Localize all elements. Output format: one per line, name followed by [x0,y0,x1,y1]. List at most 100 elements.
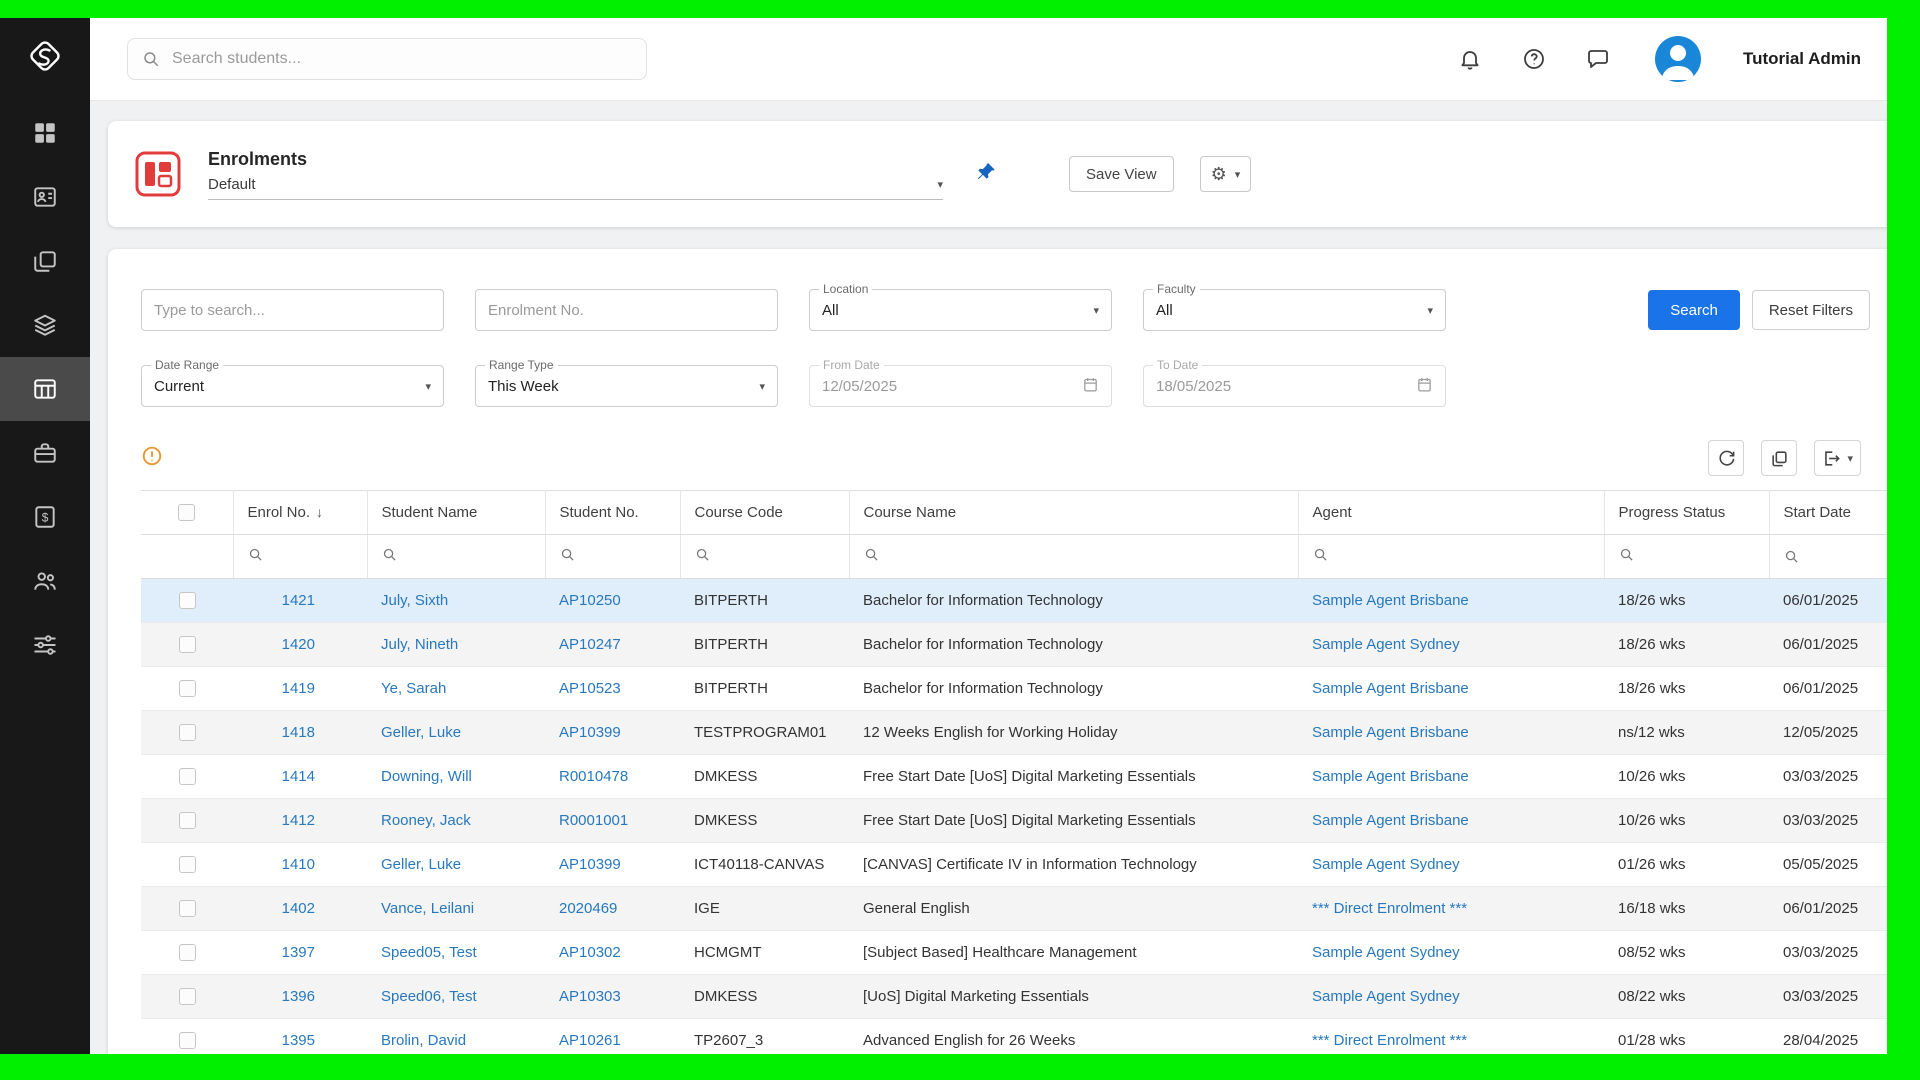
location-select[interactable]: Location All ▾ [809,289,1112,331]
column-header-progress-status[interactable]: Progress Status [1604,491,1769,535]
student-name-link[interactable]: Ye, Sarah [381,680,446,697]
faculty-select[interactable]: Faculty All ▾ [1143,289,1446,331]
row-checkbox[interactable] [179,724,196,741]
student-name-link[interactable]: Geller, Luke [381,856,461,873]
row-checkbox-cell[interactable] [141,887,233,931]
agent-link[interactable]: Sample Agent Sydney [1312,856,1460,873]
agent-link[interactable]: Sample Agent Brisbane [1312,680,1469,697]
select-all-checkbox[interactable] [178,504,195,521]
student-no-link[interactable]: AP10250 [559,592,621,609]
column-header-student-no[interactable]: Student No. [545,491,680,535]
sidebar-item-documents[interactable] [0,229,90,293]
row-checkbox-cell[interactable] [141,931,233,975]
table-row[interactable]: 1395 Brolin, David AP10261 TP2607_3 Adva… [141,1019,1887,1055]
student-name-link[interactable]: July, Sixth [381,592,448,609]
copy-button[interactable] [1761,440,1797,476]
column-header-enrol-no[interactable]: Enrol No.↓ [233,491,367,535]
info-warning-icon[interactable] [141,445,163,472]
student-name-link[interactable]: Vance, Leilani [381,900,474,917]
row-checkbox[interactable] [179,944,196,961]
row-checkbox-cell[interactable] [141,843,233,887]
filter-cell-enrol-no[interactable] [233,535,367,579]
row-checkbox-cell[interactable] [141,711,233,755]
student-name-link[interactable]: Geller, Luke [381,724,461,741]
table-row[interactable]: 1421 July, Sixth AP10250 BITPERTH Bachel… [141,579,1887,623]
agent-link[interactable]: Sample Agent Brisbane [1312,768,1469,785]
refresh-button[interactable] [1708,440,1744,476]
agent-link[interactable]: *** Direct Enrolment *** [1312,1032,1467,1049]
agent-link[interactable]: Sample Agent Sydney [1312,988,1460,1005]
filter-search-input[interactable] [141,289,444,331]
student-no-link[interactable]: AP10302 [559,944,621,961]
column-header-agent[interactable]: Agent [1298,491,1604,535]
table-row[interactable]: 1418 Geller, Luke AP10399 TESTPROGRAM01 … [141,711,1887,755]
row-checkbox-cell[interactable] [141,667,233,711]
student-no-link[interactable]: 2020469 [559,900,617,917]
enrol-no-link[interactable]: 1420 [282,636,315,653]
filter-cell-student-name[interactable] [367,535,545,579]
row-checkbox[interactable] [179,680,196,697]
agent-link[interactable]: Sample Agent Brisbane [1312,812,1469,829]
student-no-link[interactable]: AP10303 [559,988,621,1005]
view-settings-button[interactable]: ⚙ ▾ [1200,156,1252,192]
filter-cell-course-code[interactable] [680,535,849,579]
table-row[interactable]: 1396 Speed06, Test AP10303 DMKESS [UoS] … [141,975,1887,1019]
row-checkbox[interactable] [179,900,196,917]
filter-enrolment-no-input[interactable] [475,289,778,331]
row-checkbox-cell[interactable] [141,975,233,1019]
sidebar-item-courses[interactable] [0,293,90,357]
column-header-student-name[interactable]: Student Name [367,491,545,535]
filter-cell-start-date[interactable] [1769,535,1887,579]
row-checkbox-cell[interactable] [141,1019,233,1055]
sidebar-item-settings[interactable] [0,613,90,677]
enrol-no-link[interactable]: 1419 [282,680,315,697]
table-row[interactable]: 1420 July, Nineth AP10247 BITPERTH Bache… [141,623,1887,667]
column-header-course-name[interactable]: Course Name [849,491,1298,535]
row-checkbox[interactable] [179,812,196,829]
row-checkbox[interactable] [179,636,196,653]
pin-view-button[interactable] [975,161,997,188]
reset-filters-button[interactable]: Reset Filters [1752,290,1870,330]
student-search[interactable] [127,38,647,80]
column-header-start-date[interactable]: Start Date [1769,491,1887,535]
agent-link[interactable]: Sample Agent Sydney [1312,944,1460,961]
student-no-link[interactable]: AP10523 [559,680,621,697]
table-row[interactable]: 1414 Downing, Will R0010478 DMKESS Free … [141,755,1887,799]
sidebar-item-enrolments[interactable] [0,357,90,421]
student-no-link[interactable]: R0010478 [559,768,628,785]
sidebar-item-dashboard[interactable] [0,101,90,165]
table-row[interactable]: 1419 Ye, Sarah AP10523 BITPERTH Bachelor… [141,667,1887,711]
row-checkbox-cell[interactable] [141,799,233,843]
from-date-field[interactable]: From Date 12/05/2025 [809,365,1112,407]
student-name-link[interactable]: Downing, Will [381,768,472,785]
date-range-select[interactable]: Date Range Current ▾ [141,365,444,407]
student-name-link[interactable]: Brolin, David [381,1032,466,1049]
agent-link[interactable]: Sample Agent Brisbane [1312,724,1469,741]
notifications-button[interactable] [1457,46,1483,72]
enrol-no-link[interactable]: 1412 [282,812,315,829]
enrol-no-link[interactable]: 1414 [282,768,315,785]
student-name-link[interactable]: Speed05, Test [381,944,477,961]
user-avatar[interactable] [1655,36,1701,82]
range-type-select[interactable]: Range Type This Week ▾ [475,365,778,407]
agent-link[interactable]: *** Direct Enrolment *** [1312,900,1467,917]
student-no-link[interactable]: AP10399 [559,724,621,741]
filter-cell-student-no[interactable] [545,535,680,579]
row-checkbox-cell[interactable] [141,755,233,799]
view-select-dropdown[interactable]: Default ▾ [208,176,943,200]
agent-link[interactable]: Sample Agent Sydney [1312,636,1460,653]
table-row[interactable]: 1410 Geller, Luke AP10399 ICT40118-CANVA… [141,843,1887,887]
save-view-button[interactable]: Save View [1069,156,1174,192]
table-row[interactable]: 1402 Vance, Leilani 2020469 IGE General … [141,887,1887,931]
student-no-link[interactable]: AP10261 [559,1032,621,1049]
row-checkbox[interactable] [179,768,196,785]
student-name-link[interactable]: July, Nineth [381,636,458,653]
student-name-link[interactable]: Rooney, Jack [381,812,471,829]
column-header-course-code[interactable]: Course Code [680,491,849,535]
student-search-input[interactable] [170,49,632,69]
row-checkbox-cell[interactable] [141,623,233,667]
filter-cell-course-name[interactable] [849,535,1298,579]
agent-link[interactable]: Sample Agent Brisbane [1312,592,1469,609]
filter-cell-progress[interactable] [1604,535,1769,579]
help-button[interactable] [1521,46,1547,72]
